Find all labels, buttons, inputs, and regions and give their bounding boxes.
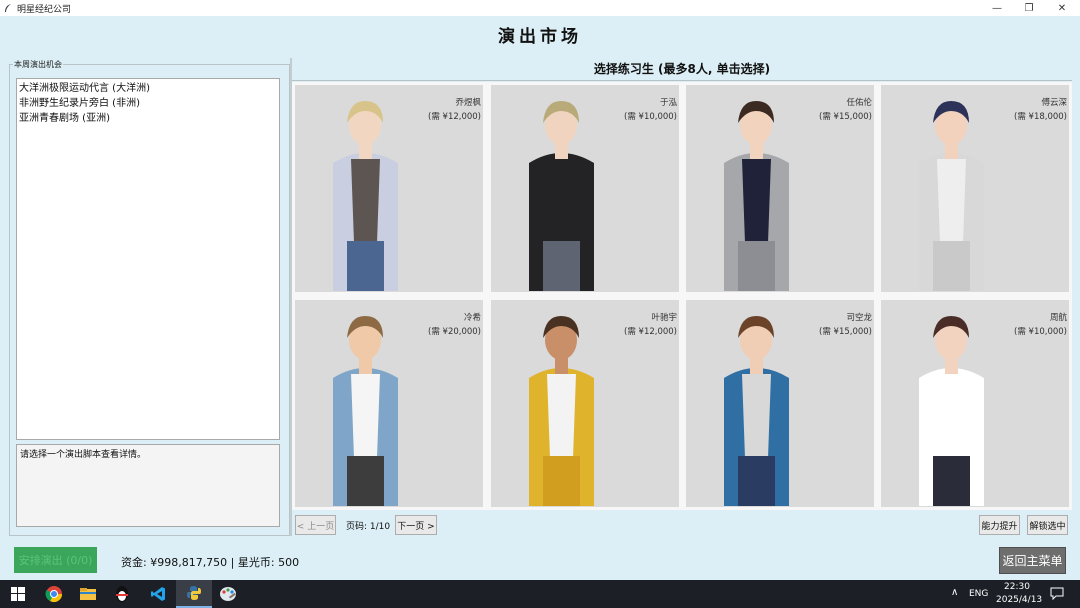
trainee-info: 司空龙 (需 ¥15,000) [819, 311, 872, 339]
trainee-info: 傅云深 (需 ¥18,000) [1014, 96, 1067, 124]
windows-icon [11, 587, 25, 601]
trainee-cost: (需 ¥12,000) [624, 327, 677, 337]
opportunities-list[interactable]: 大洋洲极限运动代言 (大洋洲) 非洲野生纪录片旁白 (非洲) 亚洲青春剧场 (亚… [16, 78, 280, 440]
trainee-info: 周航 (需 ¥10,000) [1014, 311, 1067, 339]
trainee-card[interactable]: 傅云深 (需 ¥18,000) [881, 85, 1069, 292]
trainee-name: 冷希 [463, 313, 481, 323]
opportunities-legend: 本周演出机会 [13, 59, 63, 70]
list-item[interactable]: 大洋洲极限运动代言 (大洋洲) [18, 81, 278, 96]
trainee-cost: (需 ¥10,000) [624, 112, 677, 122]
prev-page-button[interactable]: < 上一页 [295, 515, 336, 535]
funds-status: 资金: ¥998,817,750 | 星光币: 500 [121, 556, 300, 569]
trainee-card[interactable]: 叶驰宇 (需 ¥12,000) [491, 300, 679, 507]
trainee-panel-title: 选择练习生 (最多8人, 单击选择) [593, 62, 771, 76]
trainee-name: 司空龙 [846, 313, 872, 323]
trainee-portrait [919, 316, 984, 506]
trainee-cost: (需 ¥12,000) [428, 112, 481, 122]
trainee-card[interactable]: 于泓 (需 ¥10,000) [491, 85, 679, 292]
trainee-portrait [333, 101, 398, 291]
trainee-name: 于泓 [659, 98, 677, 108]
notification-icon[interactable] [1050, 587, 1064, 600]
trainee-info: 冷希 (需 ¥20,000) [428, 311, 481, 339]
start-button[interactable] [0, 580, 36, 608]
trainee-cost: (需 ¥15,000) [819, 112, 872, 122]
taskbar-file-explorer[interactable] [70, 580, 106, 608]
feather-icon [5, 4, 11, 12]
chrome-icon [45, 586, 63, 603]
trainee-card[interactable]: 乔煜枫 (需 ¥12,000) [295, 85, 483, 292]
clock-time[interactable]: 22:30 [1004, 582, 1030, 592]
trainee-info: 于泓 (需 ¥10,000) [624, 96, 677, 124]
trainee-name: 任佑伦 [846, 98, 872, 108]
taskbar-vscode[interactable] [140, 580, 176, 608]
window-title: 明星经纪公司 [17, 4, 72, 15]
maximize-button[interactable]: ❐ [1012, 0, 1046, 16]
arrange-performance-button[interactable]: 安排演出 (0/0) [14, 547, 97, 573]
folder-icon [80, 588, 96, 600]
vscode-icon [151, 587, 165, 601]
trainee-name: 周航 [1049, 313, 1067, 323]
trainee-cost: (需 ¥20,000) [428, 327, 481, 337]
trainee-cost: (需 ¥10,000) [1014, 327, 1067, 337]
trainee-info: 叶驰宇 (需 ¥12,000) [624, 311, 677, 339]
trainee-portrait [529, 316, 594, 506]
back-to-main-menu-button[interactable]: 返回主菜单 [999, 547, 1066, 574]
input-language[interactable]: ENG [969, 589, 988, 599]
taskbar-paint[interactable] [210, 580, 246, 608]
tray-expand-icon[interactable]: ∧ [951, 587, 958, 598]
trainee-card[interactable]: 任佑伦 (需 ¥15,000) [686, 85, 874, 292]
trainee-name: 傅云深 [1041, 98, 1067, 108]
trainee-cost: (需 ¥15,000) [819, 327, 872, 337]
next-page-button[interactable]: 下一页 > [395, 515, 437, 535]
trainee-portrait [529, 101, 594, 291]
trainee-portrait [724, 101, 789, 291]
trainee-card[interactable]: 司空龙 (需 ¥15,000) [686, 300, 874, 507]
trainee-portrait [724, 316, 789, 506]
trainee-cost: (需 ¥18,000) [1014, 112, 1067, 122]
trainee-info: 乔煜枫 (需 ¥12,000) [428, 96, 481, 124]
taskbar-python-app[interactable] [176, 580, 212, 608]
list-item[interactable]: 亚洲青春剧场 (亚洲) [18, 111, 278, 126]
python-icon [187, 586, 201, 600]
list-item[interactable]: 非洲野生纪录片旁白 (非洲) [18, 96, 278, 111]
page-indicator: 页码: 1/10 [346, 522, 391, 532]
close-button[interactable]: ✕ [1045, 0, 1079, 16]
divider [292, 80, 1072, 81]
trainee-name: 叶驰宇 [651, 313, 677, 323]
trainee-portrait [919, 101, 984, 291]
taskbar-qq[interactable] [104, 580, 140, 608]
palette-icon [220, 587, 236, 601]
trainee-card[interactable]: 周航 (需 ¥10,000) [881, 300, 1069, 507]
clock-date[interactable]: 2025/4/13 [996, 595, 1042, 605]
page-title: 演出市场 [498, 27, 582, 47]
trainee-portrait [333, 316, 398, 506]
taskbar-chrome[interactable] [36, 580, 72, 608]
penguin-icon [116, 586, 128, 602]
boost-ability-button[interactable]: 能力提升 [979, 515, 1020, 535]
taskbar: ∧ ENG 22:30 2025/4/13 [0, 580, 1080, 608]
opportunity-detail-text[interactable]: 请选择一个演出脚本查看详情。 [16, 444, 280, 527]
trainee-name: 乔煜枫 [455, 98, 481, 108]
window-titlebar: 明星经纪公司 [0, 0, 1080, 16]
trainee-card[interactable]: 冷希 (需 ¥20,000) [295, 300, 483, 507]
trainee-info: 任佑伦 (需 ¥15,000) [819, 96, 872, 124]
unlock-selected-button[interactable]: 解锁选中 [1027, 515, 1068, 535]
minimize-button[interactable]: — [980, 0, 1014, 16]
